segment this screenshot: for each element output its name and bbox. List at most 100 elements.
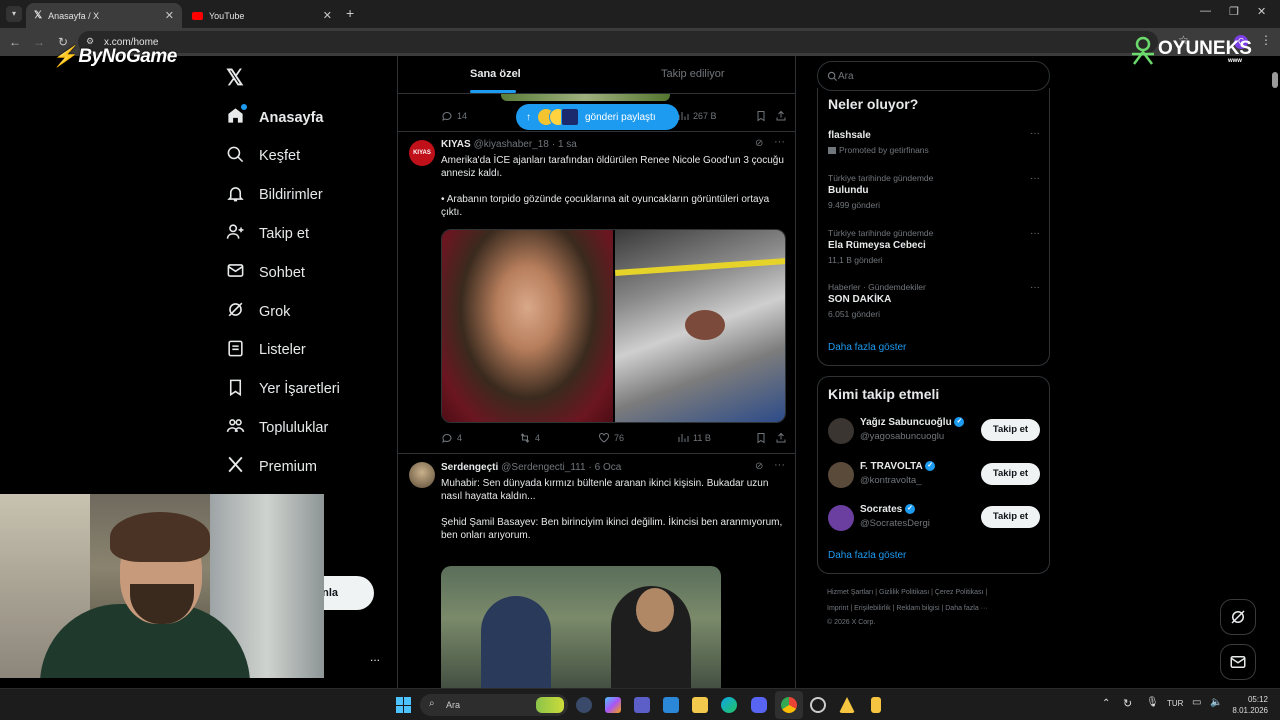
taskbar-search[interactable]: ⌕ Ara (420, 694, 568, 716)
trend-item[interactable]: Haberler · Gündemdekiler SON DAKİKA 6.051 … (828, 282, 1040, 319)
app-icon-1[interactable] (810, 697, 826, 713)
tab-list-button[interactable]: ▾ (6, 6, 22, 22)
app-icon-2[interactable] (839, 697, 855, 713)
tweet-more-icon[interactable]: ··· (774, 459, 785, 471)
trend-item[interactable]: flashsale Promoted by getirfinans ··· (828, 128, 1040, 155)
search-input[interactable]: Ara (817, 61, 1050, 91)
tweet-time[interactable]: · 6 Oca (589, 462, 622, 473)
avatar[interactable] (828, 461, 854, 488)
close-tab-icon[interactable]: ✕ (323, 9, 332, 22)
bookmark-icon[interactable] (755, 110, 767, 122)
explorer-icon[interactable] (692, 697, 708, 713)
grok-icon[interactable]: ⊘ (755, 138, 763, 149)
avatar[interactable] (409, 462, 435, 488)
tweet-card[interactable]: Serdengeçti @Serdengecti_111 · 6 Oca ⊘ ·… (398, 454, 795, 688)
chrome-icon[interactable] (781, 697, 797, 713)
trend-more-icon[interactable]: ··· (1030, 228, 1040, 239)
account-more-icon[interactable]: ... (370, 650, 380, 664)
who-to-follow-item[interactable]: F. TRAVOLTA ✓ @kontravolta_ Takip et (828, 460, 1040, 490)
tray-sync-icon[interactable]: ↻ (1123, 697, 1132, 710)
sidebar-item-sohbet[interactable]: Sohbet (226, 261, 305, 284)
share-icon[interactable] (775, 110, 787, 122)
edge-icon[interactable] (721, 697, 737, 713)
back-icon[interactable]: ← (7, 34, 23, 50)
sidebar-item-anasayfa[interactable]: Anasayfa (226, 104, 323, 129)
sidebar-item-ke-fet[interactable]: Keşfet (226, 145, 300, 168)
views-button[interactable]: 267 B (677, 110, 717, 122)
reply-button[interactable]: 14 (441, 110, 467, 122)
follow-button[interactable]: Takip et (981, 462, 1040, 485)
trend-item[interactable]: Türkiye tarihinde gündemde Ela Rümeysa Ce… (828, 228, 1040, 265)
tweet-time[interactable]: · 1 sa (552, 139, 577, 150)
footer-links-1[interactable]: Hizmet Şartları | Gizlilik Politikası | … (827, 589, 987, 596)
who-to-follow-item[interactable]: Socrates ✓ @SocratesDergi Takip et (828, 503, 1040, 533)
avatar[interactable] (828, 418, 854, 444)
store-icon[interactable] (663, 697, 679, 713)
repost-button[interactable]: 4 (519, 432, 540, 444)
address-input[interactable]: ⚙ x.com/home (78, 31, 1158, 53)
who-to-follow-item[interactable]: Yağız Sabuncuoğlu ✓ @yagosabuncuoglu Takip… (828, 416, 1040, 446)
tab-youtube[interactable]: YouTube ✕ (184, 3, 340, 28)
copilot-icon[interactable] (605, 697, 621, 713)
trend-item[interactable]: Türkiye tarihinde gündemde Bulundu 9.499 g… (828, 173, 1040, 210)
like-button[interactable]: 76 (598, 432, 624, 444)
sidebar-item-premium[interactable]: Premium (226, 455, 317, 478)
sidebar-item-takip-et[interactable]: Takip et (226, 222, 309, 245)
tweet-card[interactable]: KIYAS KIYAS @kiyashaber_18 · 1 sa ⊘ ··· … (398, 132, 795, 454)
menu-icon[interactable]: ⋮ (1260, 33, 1272, 47)
tweet-author-name[interactable]: KIYAS (441, 139, 471, 150)
sidebar-item-grok[interactable]: Grok (226, 300, 290, 323)
tray-chevron-icon[interactable]: ⌃ (1102, 698, 1110, 709)
tweet-author-name[interactable]: Serdengeçti (441, 462, 498, 473)
messages-fab[interactable] (1220, 644, 1256, 680)
share-icon[interactable] (775, 432, 787, 444)
trend-more-icon[interactable]: ··· (1030, 173, 1040, 184)
follow-button[interactable]: Takip et (981, 419, 1040, 441)
follow-name[interactable]: Yağız Sabuncuoğlu ✓ (860, 417, 965, 428)
follow-name[interactable]: Socrates ✓ (860, 504, 916, 515)
tweet-author-handle[interactable]: @Serdengecti_111 (501, 462, 585, 473)
bookmark-icon[interactable] (755, 432, 767, 444)
forward-icon[interactable]: → (31, 34, 47, 50)
network-icon[interactable]: ▭ (1192, 697, 1201, 708)
tweet-media[interactable] (441, 566, 721, 688)
sidebar-item-topluluklar[interactable]: Topluluklar (226, 416, 328, 439)
follow-button[interactable]: Takip et (981, 506, 1040, 528)
language-indicator[interactable]: TUR (1167, 699, 1183, 708)
tab-following[interactable]: Takip ediliyor (661, 68, 725, 80)
tweet-author-handle[interactable]: @kiyashaber_18 (474, 139, 549, 150)
show-more-follow-link[interactable]: Daha fazla göster (828, 550, 906, 561)
close-window-button[interactable]: ✕ (1257, 5, 1266, 18)
new-tab-button[interactable]: + (346, 5, 354, 21)
tray-mic-icon[interactable]: 🎙 (1146, 697, 1159, 708)
grok-fab[interactable] (1220, 599, 1256, 635)
windows-start-icon[interactable] (396, 697, 412, 713)
avatar[interactable] (828, 505, 854, 531)
app-icon-3[interactable] (871, 697, 881, 713)
sidebar-item-yer-i-aretleri[interactable]: Yer İşaretleri (226, 378, 340, 401)
trend-more-icon[interactable]: ··· (1030, 128, 1040, 139)
new-posts-pill[interactable]: ↑ gönderi paylaştı (516, 104, 679, 130)
clock[interactable]: 05:12 8.01.2026 (1228, 694, 1268, 716)
maximize-button[interactable]: ❐ (1229, 5, 1239, 18)
footer-links-2[interactable]: Imprint | Erişilebilirlik | Reklam bilgi… (827, 605, 988, 612)
tab-for-you[interactable]: Sana özel (470, 68, 521, 80)
tweet-more-icon[interactable]: ··· (774, 136, 785, 148)
minimize-button[interactable]: — (1200, 5, 1211, 17)
volume-icon[interactable]: 🔈 (1210, 697, 1222, 708)
trend-more-icon[interactable]: ··· (1030, 282, 1040, 293)
sidebar-item-bildirimler[interactable]: Bildirimler (226, 184, 323, 207)
teams-icon[interactable] (634, 697, 650, 713)
scrollbar[interactable] (1272, 72, 1278, 88)
tab-x-home[interactable]: 𝕏 Anasayfa / X ✕ (26, 3, 182, 28)
x-logo-icon[interactable]: 𝕏 (226, 65, 244, 91)
show-more-trends-link[interactable]: Daha fazla göster (828, 342, 906, 353)
avatar[interactable]: KIYAS (409, 140, 435, 166)
taskview-icon[interactable] (576, 697, 592, 713)
close-tab-icon[interactable]: ✕ (165, 9, 174, 22)
views-button[interactable]: 11 B (677, 432, 711, 444)
reply-button[interactable]: 4 (441, 432, 462, 444)
sidebar-item-listeler[interactable]: Listeler (226, 339, 306, 362)
tweet-photo-woman[interactable] (442, 230, 613, 422)
discord-icon[interactable] (751, 697, 767, 713)
